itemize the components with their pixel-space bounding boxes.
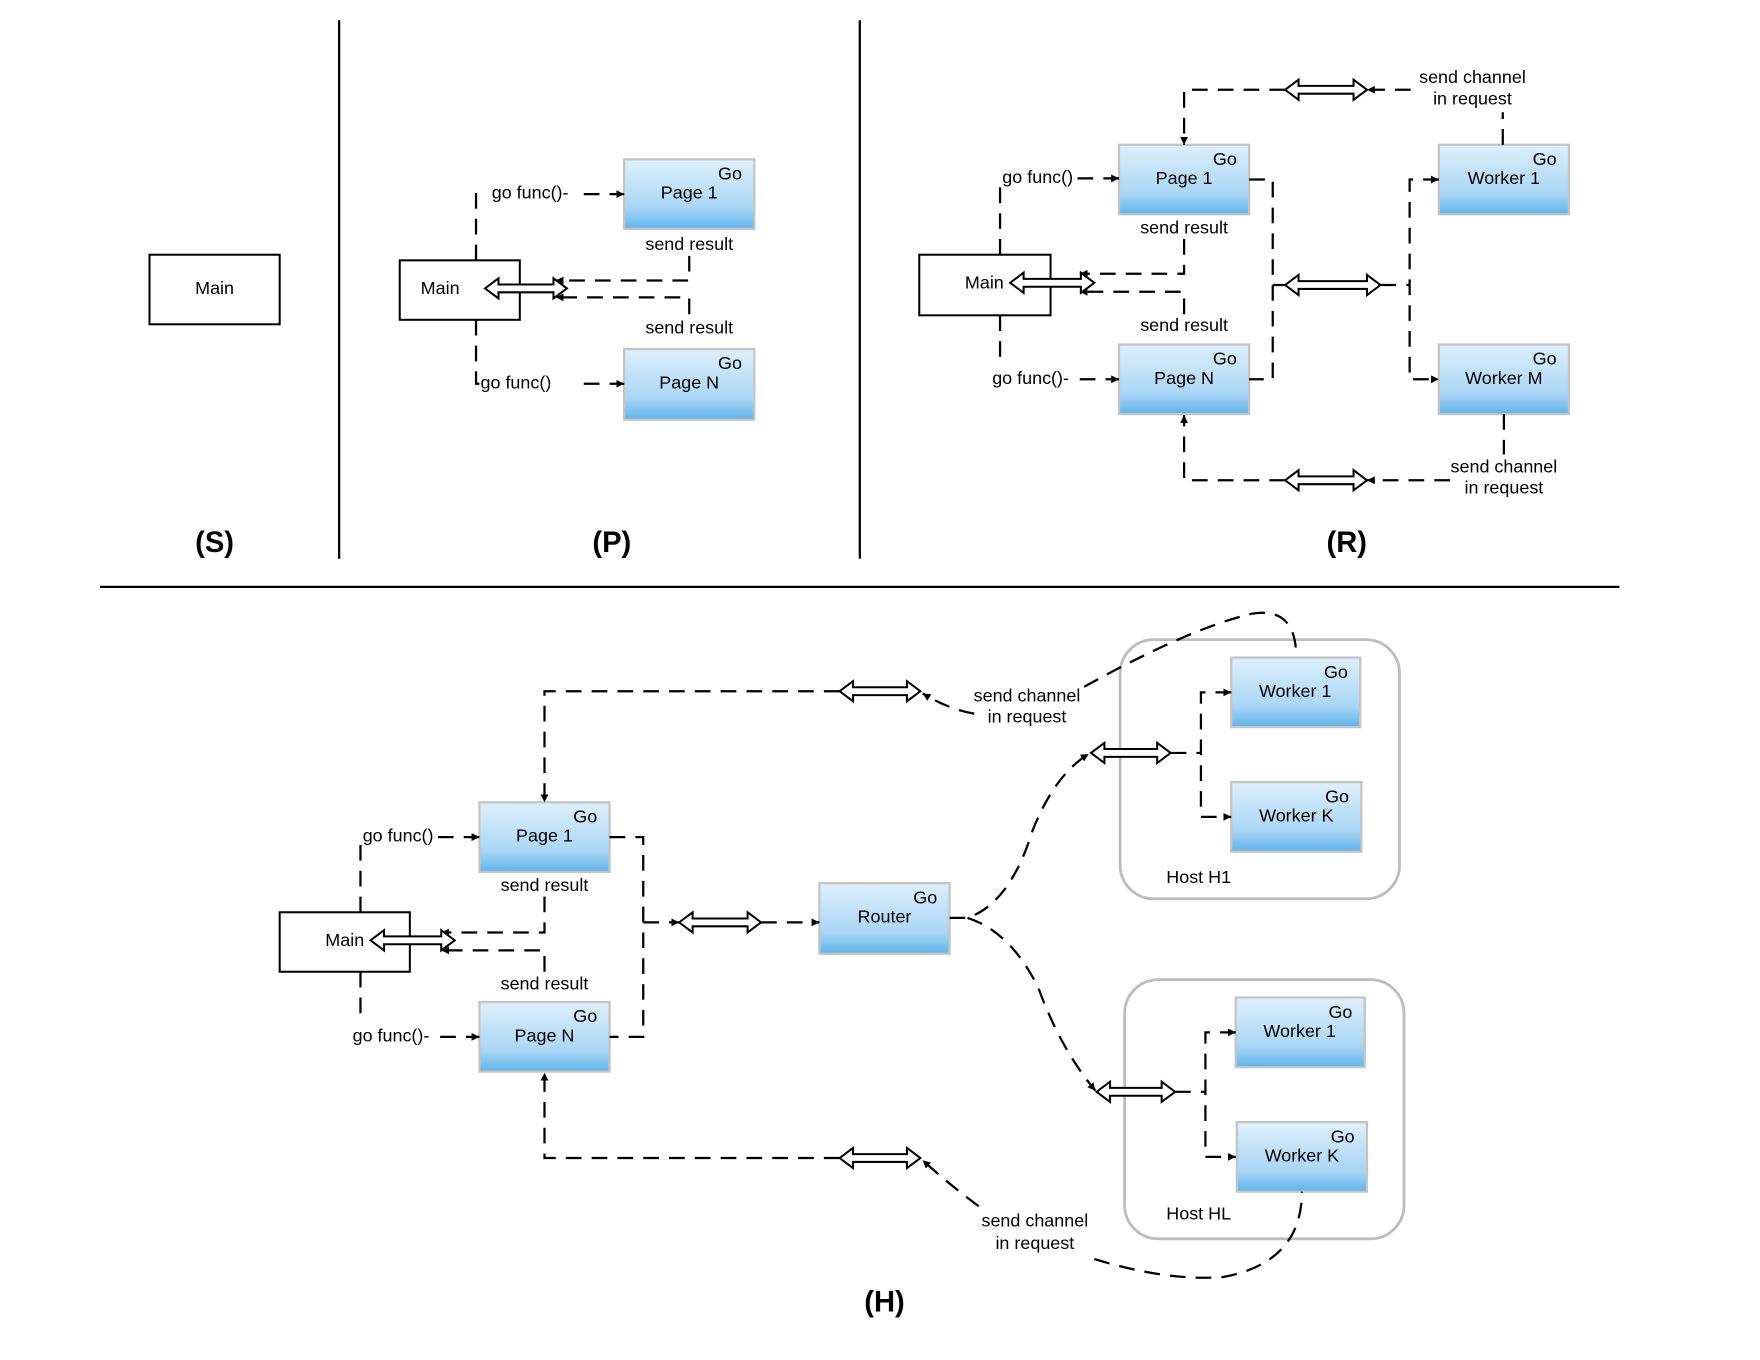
- panel-r: Main Go Page 1 Go Page N Go Worker 1 Go …: [918, 67, 1571, 559]
- connector-line: [540, 690, 840, 803]
- go-tag: Go: [1213, 349, 1237, 369]
- connector-line: [1079, 239, 1186, 278]
- worker1-label: Worker 1: [1259, 681, 1331, 701]
- connector-line: [555, 255, 691, 285]
- go-func-label: go func()-: [992, 368, 1069, 388]
- send-result-label: send result: [501, 974, 589, 994]
- host-label: Host H1: [1166, 867, 1231, 887]
- connector-line: [967, 916, 1097, 1092]
- send-channel-label: in request: [995, 1233, 1074, 1253]
- send-result-label: send result: [645, 317, 733, 337]
- double-arrow-icon: [368, 928, 457, 953]
- pageN-label: Page N: [1154, 368, 1214, 388]
- send-result-label: send result: [1140, 217, 1228, 237]
- connector-line: [1180, 88, 1286, 145]
- connector-line: [1408, 175, 1439, 384]
- send-channel-label: in request: [1433, 88, 1512, 108]
- double-arrow-icon: [837, 679, 923, 704]
- connector-line: [921, 1159, 980, 1208]
- go-tag: Go: [1325, 786, 1349, 806]
- send-channel-label: send channel: [974, 685, 1081, 705]
- go-tag: Go: [1331, 1126, 1355, 1146]
- double-arrow-icon: [1283, 272, 1383, 298]
- connector-line: [609, 835, 645, 1038]
- double-arrow-icon: [1283, 77, 1369, 102]
- connector-line: [949, 753, 1090, 920]
- go-tag: Go: [1328, 1002, 1352, 1022]
- double-arrow-icon: [677, 910, 763, 935]
- main-label: Main: [195, 278, 234, 298]
- double-arrow-icon: [1283, 468, 1369, 493]
- send-result-label: send result: [1140, 315, 1228, 335]
- connector-line: [1180, 415, 1286, 482]
- workerK-label: Worker K: [1259, 805, 1333, 825]
- connector-line: [1079, 287, 1186, 315]
- send-channel-label: in request: [1465, 478, 1544, 498]
- pageN-label: Page N: [515, 1025, 575, 1045]
- connector-line: [540, 1072, 840, 1160]
- double-arrow-icon: [837, 1145, 923, 1171]
- panel-s: Main (S): [148, 253, 281, 559]
- send-channel-label: send channel: [981, 1210, 1088, 1230]
- page1-label: Page 1: [1156, 168, 1213, 188]
- go-tag: Go: [913, 887, 937, 907]
- connector-line: [441, 946, 546, 972]
- host-label: Host HL: [1166, 1204, 1231, 1224]
- main-label: Main: [421, 278, 460, 298]
- double-arrow-icon: [483, 276, 569, 301]
- send-result-label: send result: [501, 875, 589, 895]
- connector-line: [474, 193, 486, 261]
- go-func-label: go func(): [1002, 167, 1073, 187]
- go-func-label: go func(): [481, 372, 552, 392]
- connector-line: [922, 692, 975, 715]
- go-tag: Go: [1213, 149, 1237, 169]
- main-label: Main: [325, 930, 364, 950]
- panel-label: (S): [195, 527, 234, 559]
- worker1-label: Worker 1: [1263, 1021, 1335, 1041]
- go-tag: Go: [718, 164, 742, 184]
- panel-label: (P): [592, 527, 631, 559]
- concurrency-diagram: Main (S) Main Go Page 1 Go Page N go fun…: [100, 20, 1620, 1319]
- go-tag: Go: [573, 807, 597, 827]
- go-tag: Go: [1533, 349, 1557, 369]
- go-func-label: go func()-: [353, 1025, 430, 1045]
- go-func-label: go func(): [363, 826, 434, 846]
- panel-label: (H): [864, 1287, 904, 1319]
- go-tag: Go: [1324, 662, 1348, 682]
- workerK-label: Worker K: [1265, 1145, 1339, 1165]
- page1-label: Page 1: [516, 826, 573, 846]
- go-tag: Go: [573, 1006, 597, 1026]
- page1-label: Page 1: [661, 183, 718, 203]
- send-channel-label: in request: [988, 707, 1067, 727]
- go-tag: Go: [1533, 149, 1557, 169]
- pageN-label: Page N: [659, 372, 719, 392]
- double-arrow-icon: [1008, 270, 1097, 295]
- panel-h: Host H1 Host HL Main Go Page 1 Go Page N…: [278, 611, 1406, 1319]
- panel-label: (R): [1327, 527, 1367, 559]
- worker1-label: Worker 1: [1468, 168, 1540, 188]
- go-func-label: go func()-: [492, 183, 569, 203]
- main-label: Main: [965, 272, 1004, 292]
- router-label: Router: [858, 906, 912, 926]
- connector-line: [555, 293, 691, 315]
- connector-line: [441, 896, 546, 937]
- send-result-label: send result: [645, 234, 733, 254]
- go-tag: Go: [718, 353, 742, 373]
- send-channel-label: send channel: [1451, 456, 1558, 476]
- send-channel-label: send channel: [1419, 67, 1526, 87]
- workerM-label: Worker M: [1465, 368, 1542, 388]
- connector-line: [1249, 178, 1274, 381]
- panel-p: Main Go Page 1 Go Page N go func()- go f…: [398, 158, 756, 559]
